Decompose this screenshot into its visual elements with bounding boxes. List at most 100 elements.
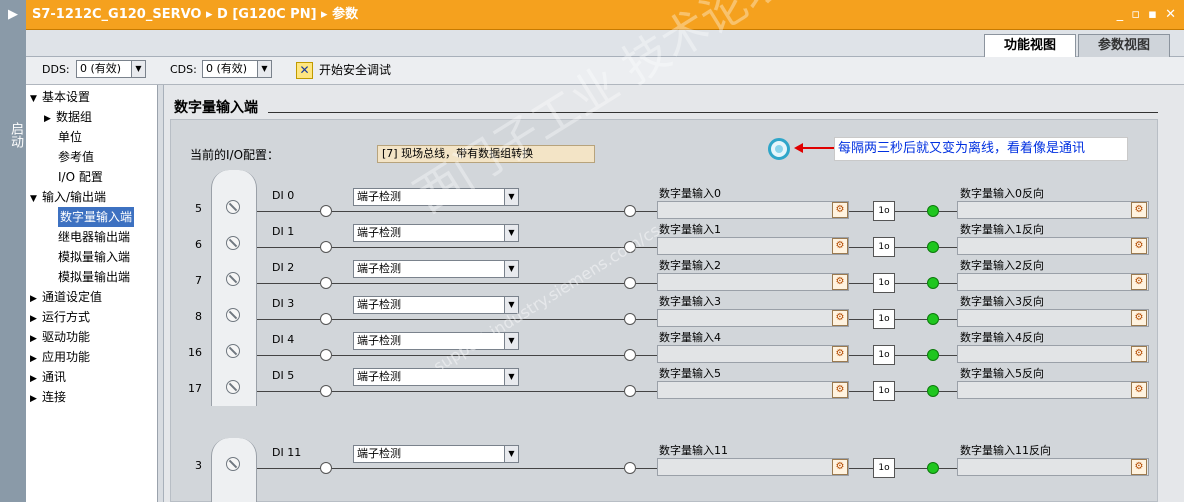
chevron-down-icon[interactable]: ▼ [504, 297, 518, 313]
connect-signal-icon[interactable]: ⚙ [1131, 274, 1147, 290]
nav-item[interactable]: 单位 [58, 127, 82, 147]
connect-signal-icon[interactable]: ⚙ [832, 382, 848, 398]
connect-signal-icon[interactable]: ⚙ [832, 346, 848, 362]
signal-field[interactable] [657, 309, 849, 327]
expander-icon[interactable]: ▼ [30, 89, 42, 109]
nav-item[interactable]: ▶ 通讯 [30, 367, 66, 387]
inverter-symbol: 1 [878, 386, 885, 396]
io-config-value: [7] 现场总线，带有数据组转换 [377, 145, 595, 163]
inverted-signal-field[interactable] [957, 381, 1149, 399]
connect-signal-icon[interactable]: ⚙ [832, 310, 848, 326]
nav-item[interactable]: 数字量输入端 [58, 207, 135, 227]
expander-icon[interactable]: ▶ [30, 329, 42, 349]
di-mode-select[interactable]: 端子检测 ▼ [353, 332, 519, 350]
signal-field[interactable] [657, 273, 849, 291]
nav-item[interactable]: ▶ 数据组 [44, 107, 92, 127]
inverted-signal-field[interactable] [957, 458, 1149, 476]
connect-signal-icon[interactable]: ⚙ [1131, 238, 1147, 254]
inverted-signal-field[interactable] [957, 273, 1149, 291]
connect-signal-icon[interactable]: ⚙ [1131, 459, 1147, 475]
left-task-strip[interactable]: 启动 [0, 30, 26, 502]
di-mode-select[interactable]: 端子检测 ▼ [353, 224, 519, 242]
connect-signal-icon[interactable]: ⚙ [1131, 346, 1147, 362]
nav-item-label: 通讯 [42, 370, 67, 384]
nav-item[interactable]: 参考值 [58, 147, 94, 167]
status-led [927, 385, 939, 397]
connector-icon [320, 313, 332, 325]
terminal-screw-icon [226, 308, 240, 322]
nav-item[interactable]: ▶ 运行方式 [30, 307, 90, 327]
inverted-signal-field[interactable] [957, 237, 1149, 255]
status-led [927, 205, 939, 217]
tab-function-view[interactable]: 功能视图 [984, 34, 1076, 57]
wire [895, 283, 927, 284]
inverter-icon: 1o [873, 345, 895, 365]
expander-icon[interactable]: ▶ [44, 109, 56, 129]
di-mode-select[interactable]: 端子检测 ▼ [353, 296, 519, 314]
signal-field[interactable] [657, 201, 849, 219]
chevron-down-icon[interactable]: ▼ [504, 333, 518, 349]
nav-item[interactable]: I/O 配置 [58, 167, 103, 187]
di-name: DI 4 [272, 333, 295, 346]
expander-icon[interactable]: ▼ [30, 189, 42, 209]
di-mode-select[interactable]: 端子检测 ▼ [353, 445, 519, 463]
chevron-down-icon[interactable]: ▼ [504, 446, 518, 462]
chevron-down-icon[interactable]: ▼ [504, 261, 518, 277]
connect-signal-icon[interactable]: ⚙ [832, 238, 848, 254]
collapse-arrow-icon[interactable]: ▶ [0, 0, 26, 30]
nav-item[interactable]: 模拟量输入端 [58, 247, 130, 267]
window-controls[interactable]: _ ▫ ▪ ✕ [1117, 0, 1178, 30]
signal-field[interactable] [657, 381, 849, 399]
start-tab-label[interactable]: 启动 [6, 122, 25, 148]
di-mode-select[interactable]: 端子检测 ▼ [353, 260, 519, 278]
chevron-down-icon[interactable]: ▼ [504, 369, 518, 385]
nav-item-label: 单位 [58, 130, 83, 144]
expander-icon[interactable]: ▶ [30, 289, 42, 309]
signal-field[interactable] [657, 458, 849, 476]
connect-signal-icon[interactable]: ⚙ [832, 202, 848, 218]
inverter-icon: 1o [873, 273, 895, 293]
nav-item[interactable]: ▼ 输入/输出端 [30, 187, 106, 207]
connect-signal-icon[interactable]: ⚙ [832, 459, 848, 475]
signal-field[interactable] [657, 237, 849, 255]
signal-label: 数字量输入0 [659, 187, 721, 200]
nav-item-label: 输入/输出端 [42, 190, 107, 204]
safety-tools-icon[interactable]: ✕ [296, 62, 313, 79]
nav-item[interactable]: 继电器输出端 [58, 227, 130, 247]
inverted-signal-field[interactable] [957, 345, 1149, 363]
dds-select[interactable]: 0 (有效) ▼ [76, 60, 146, 78]
expander-icon[interactable]: ▶ [30, 389, 42, 409]
expander-icon[interactable]: ▶ [30, 309, 42, 329]
connect-signal-icon[interactable]: ⚙ [1131, 382, 1147, 398]
nav-item[interactable]: ▶ 应用功能 [30, 347, 90, 367]
nav-item[interactable]: ▶ 连接 [30, 387, 66, 407]
status-led [927, 241, 939, 253]
wire [636, 391, 658, 392]
nav-item[interactable]: 模拟量输出端 [58, 267, 130, 287]
status-led [927, 277, 939, 289]
chevron-down-icon[interactable]: ▼ [504, 189, 518, 205]
di-mode-select[interactable]: 端子检测 ▼ [353, 188, 519, 206]
nav-item[interactable]: ▼ 基本设置 [30, 87, 90, 107]
tab-parameter-view[interactable]: 参数视图 [1078, 34, 1170, 57]
inverted-signal-field[interactable] [957, 309, 1149, 327]
nav-item[interactable]: ▶ 通道设定值 [30, 287, 102, 307]
expander-icon[interactable]: ▶ [30, 369, 42, 389]
chevron-down-icon[interactable]: ▼ [257, 61, 271, 77]
chevron-down-icon[interactable]: ▼ [131, 61, 145, 77]
cds-select[interactable]: 0 (有效) ▼ [202, 60, 272, 78]
signal-field[interactable] [657, 345, 849, 363]
signal-label: 数字量输入11 [659, 444, 728, 457]
connect-signal-icon[interactable]: ⚙ [1131, 310, 1147, 326]
breadcrumb[interactable]: S7-1212C_G120_SERVO ▸ D [G120C PN] ▸ 参数 [32, 0, 358, 30]
chevron-down-icon[interactable]: ▼ [504, 225, 518, 241]
safety-commissioning-button[interactable]: 开始安全调试 [319, 59, 391, 81]
nav-item[interactable]: ▶ 驱动功能 [30, 327, 90, 347]
expander-icon[interactable]: ▶ [30, 349, 42, 369]
inverted-signal-field[interactable] [957, 201, 1149, 219]
connect-signal-icon[interactable]: ⚙ [832, 274, 848, 290]
status-led [927, 313, 939, 325]
pin-number: 6 [195, 238, 202, 251]
connect-signal-icon[interactable]: ⚙ [1131, 202, 1147, 218]
di-mode-select[interactable]: 端子检测 ▼ [353, 368, 519, 386]
